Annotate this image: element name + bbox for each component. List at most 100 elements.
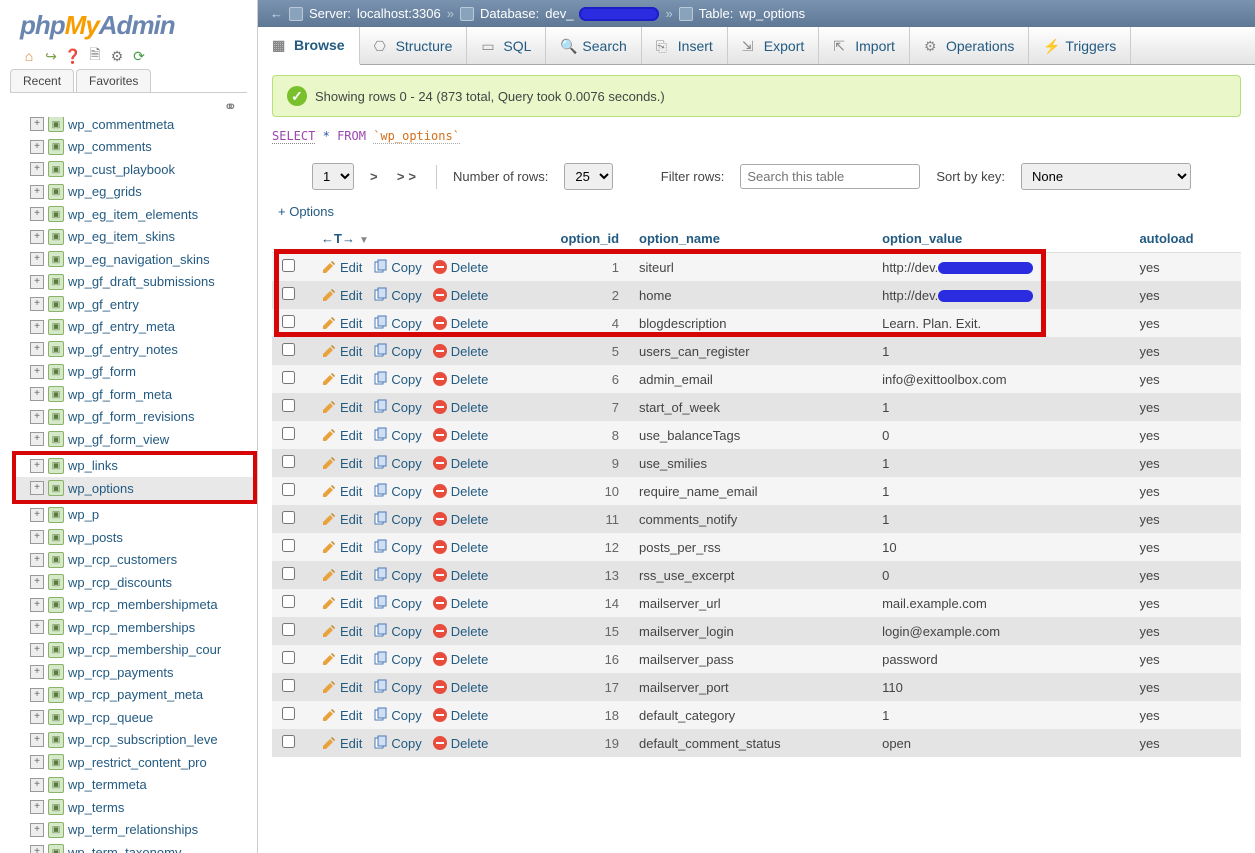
sql-icon[interactable]: 🗎: [86, 47, 104, 65]
expand-icon[interactable]: +: [30, 598, 44, 612]
delete-button[interactable]: Delete: [432, 343, 489, 359]
expand-icon[interactable]: +: [30, 688, 44, 702]
tab-export[interactable]: ⇲Export: [728, 27, 819, 64]
copy-button[interactable]: Copy: [372, 539, 421, 555]
tree-item-wp_gf_form_revisions[interactable]: +▣wp_gf_form_revisions: [16, 406, 257, 429]
tab-recent[interactable]: Recent: [10, 69, 74, 92]
sql-query[interactable]: SELECT * FROM `wp_options`: [272, 127, 1241, 155]
tree-item-wp_gf_form[interactable]: +▣wp_gf_form: [16, 361, 257, 384]
delete-button[interactable]: Delete: [432, 315, 489, 331]
tree-item-wp_rcp_payments[interactable]: +▣wp_rcp_payments: [16, 661, 257, 684]
logout-icon[interactable]: ↪: [42, 47, 60, 65]
expand-icon[interactable]: +: [30, 410, 44, 424]
rows-select[interactable]: 25: [564, 163, 613, 190]
edit-button[interactable]: Edit: [321, 287, 362, 303]
edit-button[interactable]: Edit: [321, 315, 362, 331]
tab-sql[interactable]: ▭SQL: [467, 27, 546, 64]
expand-icon[interactable]: +: [30, 530, 44, 544]
tree-item-wp_termmeta[interactable]: +▣wp_termmeta: [16, 774, 257, 797]
expand-icon[interactable]: +: [30, 575, 44, 589]
tab-browse[interactable]: ▦Browse: [258, 27, 360, 65]
bc-server[interactable]: localhost:3306: [357, 6, 441, 21]
tree-item-wp_gf_entry_notes[interactable]: +▣wp_gf_entry_notes: [16, 338, 257, 361]
tree-item-wp_term_relationships[interactable]: +▣wp_term_relationships: [16, 819, 257, 842]
copy-button[interactable]: Copy: [372, 259, 421, 275]
row-checkbox[interactable]: [282, 315, 295, 328]
tree-item-wp_links[interactable]: +▣wp_links: [16, 455, 253, 478]
edit-button[interactable]: Edit: [321, 679, 362, 695]
copy-button[interactable]: Copy: [372, 371, 421, 387]
edit-button[interactable]: Edit: [321, 707, 362, 723]
tree-item-wp_commentmeta[interactable]: +▣wp_commentmeta: [16, 117, 257, 136]
next-page[interactable]: > >>: [370, 169, 420, 184]
edit-button[interactable]: Edit: [321, 623, 362, 639]
copy-button[interactable]: Copy: [372, 343, 421, 359]
reload-icon[interactable]: ⟳: [130, 47, 148, 65]
row-checkbox[interactable]: [282, 371, 295, 384]
edit-button[interactable]: Edit: [321, 371, 362, 387]
link-icon[interactable]: ⚭: [0, 93, 257, 117]
expand-icon[interactable]: +: [30, 117, 44, 131]
delete-button[interactable]: Delete: [432, 567, 489, 583]
bc-db[interactable]: dev_: [545, 6, 573, 21]
row-checkbox[interactable]: [282, 511, 295, 524]
row-checkbox[interactable]: [282, 539, 295, 552]
tree-item-wp_eg_item_elements[interactable]: +▣wp_eg_item_elements: [16, 203, 257, 226]
edit-button[interactable]: Edit: [321, 259, 362, 275]
tab-operations[interactable]: ⚙Operations: [910, 27, 1029, 64]
edit-button[interactable]: Edit: [321, 483, 362, 499]
row-checkbox[interactable]: [282, 343, 295, 356]
expand-icon[interactable]: +: [30, 230, 44, 244]
edit-button[interactable]: Edit: [321, 735, 362, 751]
home-icon[interactable]: ⌂: [20, 47, 38, 65]
tab-insert[interactable]: ⎘Insert: [642, 27, 728, 64]
tree-item-wp_rcp_payment_meta[interactable]: +▣wp_rcp_payment_meta: [16, 684, 257, 707]
row-checkbox[interactable]: [282, 427, 295, 440]
edit-button[interactable]: Edit: [321, 595, 362, 611]
copy-button[interactable]: Copy: [372, 651, 421, 667]
expand-icon[interactable]: +: [30, 387, 44, 401]
row-checkbox[interactable]: [282, 455, 295, 468]
tree-item-wp_options[interactable]: +▣wp_options: [16, 477, 253, 500]
expand-icon[interactable]: +: [30, 823, 44, 837]
tree-item-wp_rcp_subscription_leve[interactable]: +▣wp_rcp_subscription_leve: [16, 729, 257, 752]
delete-button[interactable]: Delete: [432, 511, 489, 527]
edit-button[interactable]: Edit: [321, 511, 362, 527]
tab-import[interactable]: ⇱Import: [819, 27, 910, 64]
copy-button[interactable]: Copy: [372, 567, 421, 583]
copy-button[interactable]: Copy: [372, 455, 421, 471]
delete-button[interactable]: Delete: [432, 623, 489, 639]
copy-button[interactable]: Copy: [372, 707, 421, 723]
delete-button[interactable]: Delete: [432, 483, 489, 499]
row-checkbox[interactable]: [282, 707, 295, 720]
tree-item-wp_cust_playbook[interactable]: +▣wp_cust_playbook: [16, 158, 257, 181]
tree-item-wp_gf_draft_submissions[interactable]: +▣wp_gf_draft_submissions: [16, 271, 257, 294]
edit-button[interactable]: Edit: [321, 455, 362, 471]
copy-button[interactable]: Copy: [372, 399, 421, 415]
row-checkbox[interactable]: [282, 399, 295, 412]
copy-button[interactable]: Copy: [372, 595, 421, 611]
expand-icon[interactable]: +: [30, 481, 44, 495]
copy-button[interactable]: Copy: [372, 315, 421, 331]
options-link[interactable]: + Options: [272, 198, 1241, 221]
col-option-name[interactable]: option_name: [629, 225, 872, 253]
tree-item-wp_rcp_customers[interactable]: +▣wp_rcp_customers: [16, 549, 257, 572]
tree-item-wp_rcp_memberships[interactable]: +▣wp_rcp_memberships: [16, 616, 257, 639]
tree-item-wp_term_taxonomy[interactable]: +▣wp_term_taxonomy: [16, 841, 257, 853]
expand-icon[interactable]: +: [30, 252, 44, 266]
expand-icon[interactable]: +: [30, 207, 44, 221]
row-checkbox[interactable]: [282, 259, 295, 272]
expand-icon[interactable]: +: [30, 342, 44, 356]
gear-icon[interactable]: ⚙: [108, 47, 126, 65]
expand-icon[interactable]: +: [30, 320, 44, 334]
expand-icon[interactable]: +: [30, 365, 44, 379]
expand-icon[interactable]: +: [30, 733, 44, 747]
expand-icon[interactable]: +: [30, 778, 44, 792]
tree-item-wp_eg_grids[interactable]: +▣wp_eg_grids: [16, 181, 257, 204]
delete-button[interactable]: Delete: [432, 399, 489, 415]
copy-button[interactable]: Copy: [372, 623, 421, 639]
col-option-value[interactable]: option_value: [872, 225, 1129, 253]
edit-button[interactable]: Edit: [321, 427, 362, 443]
row-checkbox[interactable]: [282, 483, 295, 496]
tab-favorites[interactable]: Favorites: [76, 69, 151, 92]
